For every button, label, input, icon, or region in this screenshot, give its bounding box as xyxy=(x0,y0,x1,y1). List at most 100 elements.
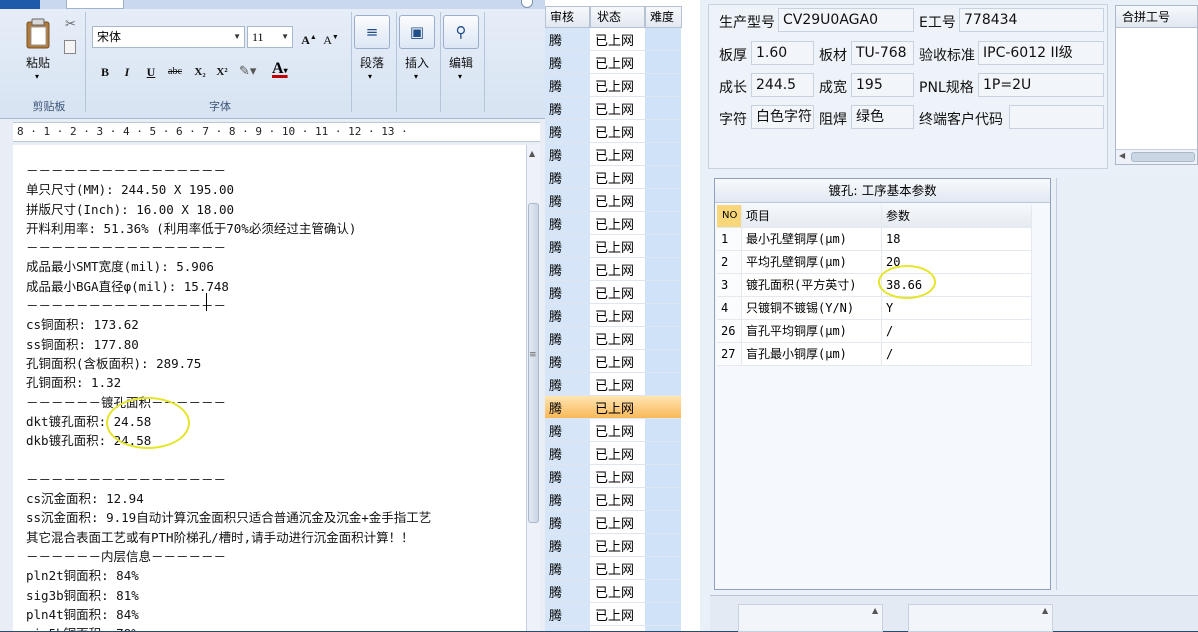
list-row[interactable]: 腾 已上网 xyxy=(545,603,681,626)
parameter-cell-val[interactable]: 18 xyxy=(882,228,1032,251)
parameter-cell-no[interactable]: 27 xyxy=(717,343,742,366)
thickness-field[interactable]: 1.60 xyxy=(751,41,814,65)
column-header-status[interactable]: 状态 xyxy=(590,6,645,28)
document-line[interactable]: －－－－－－内层信息－－－－－－ xyxy=(26,547,431,566)
list-row[interactable]: 腾 已上网 xyxy=(545,304,681,327)
parameter-cell-item[interactable]: 盲孔最小铜厚(μm) xyxy=(742,343,882,366)
document-line[interactable]: sig3b铜面积: 81% xyxy=(26,586,431,605)
underline-icon[interactable]: U xyxy=(141,62,161,82)
superscript-icon[interactable]: X² xyxy=(212,62,232,82)
document-line[interactable]: cs铜面积: 173.62 xyxy=(26,315,431,334)
list-row[interactable]: 腾 已上网 xyxy=(545,97,681,120)
list-row[interactable]: 腾 已上网 xyxy=(545,258,681,281)
document-line[interactable]: －－－－－－－－－－－－－－－－ xyxy=(26,470,431,489)
document-line[interactable]: sig5b铜面积: 79% xyxy=(26,624,431,631)
document-text[interactable]: －－－－－－－－－－－－－－－－ 单只尺寸(MM): 244.50 X 195.0… xyxy=(26,161,431,631)
cut-icon[interactable]: ✂ xyxy=(65,17,76,32)
parameter-cell-no[interactable]: 1 xyxy=(717,228,742,251)
parameter-column-header[interactable]: 参数 xyxy=(882,205,1032,228)
legend-field[interactable]: 白色字符 xyxy=(751,105,814,129)
list-row[interactable]: 腾 已上网 xyxy=(545,212,681,235)
italic-icon[interactable]: I xyxy=(117,62,137,82)
document-line[interactable]: 孔铜面积(含板面积): 289.75 xyxy=(26,354,431,373)
list-row[interactable]: 腾 已上网 xyxy=(545,511,681,534)
bottom-memo-1[interactable] xyxy=(738,604,883,632)
insert-button[interactable]: 插入 xyxy=(399,54,435,71)
document-line[interactable]: ss沉金面积: 9.19自动计算沉金面积只适合普通沉金及沉金+金手指工艺 xyxy=(26,508,431,527)
list-row[interactable]: 腾 已上网 xyxy=(545,350,681,373)
scroll-thumb[interactable] xyxy=(528,203,539,523)
customer-code-field[interactable] xyxy=(1009,105,1104,129)
font-size-select[interactable]: 11 ▼ xyxy=(247,26,293,48)
list-row[interactable]: 腾 已上网 xyxy=(545,166,681,189)
document-line[interactable] xyxy=(26,450,431,469)
material-field[interactable]: TU-768 xyxy=(851,41,914,65)
list-row[interactable]: 腾 已上网 xyxy=(545,281,681,304)
list-row[interactable]: 腾 已上网 xyxy=(545,580,681,603)
list-row[interactable]: 腾 已上网 xyxy=(545,74,681,97)
grow-font-icon[interactable]: A▲ xyxy=(299,27,319,47)
list-row[interactable]: 腾 已上网 xyxy=(545,488,681,511)
standard-field[interactable]: IPC-6012 II级 xyxy=(978,41,1104,65)
document-line[interactable]: dkb镀孔面积: 24.58 xyxy=(26,431,431,450)
list-row[interactable]: 腾 已上网 xyxy=(545,557,681,580)
list-row[interactable]: 腾 已上网 xyxy=(545,534,681,557)
document-line[interactable]: pln2t铜面积: 84% xyxy=(26,566,431,585)
document-line[interactable]: ss铜面积: 177.80 xyxy=(26,335,431,354)
paragraph-icon[interactable]: ≡ xyxy=(354,15,390,49)
document-line[interactable]: 拼版尺寸(Inch): 16.00 X 18.00 xyxy=(26,200,431,219)
paste-label[interactable]: 粘贴 xyxy=(23,54,53,71)
list-row[interactable]: 腾 已上网 xyxy=(545,51,681,74)
document-line[interactable]: 其它混合表面工艺或有PTH阶梯孔/槽时,请手动进行沉金面积计算！！ xyxy=(26,528,431,547)
pnl-field[interactable]: 1P=2U xyxy=(978,73,1104,97)
file-tab[interactable] xyxy=(0,0,40,9)
document-line[interactable]: 成品最小SMT宽度(mil): 5.906 xyxy=(26,257,431,276)
scroll-up-icon[interactable]: ▲ xyxy=(529,149,535,158)
chevron-down-icon[interactable]: ▾ xyxy=(458,72,462,81)
model-field[interactable]: CV29U0AGA0 xyxy=(778,8,914,32)
parameter-cell-val[interactable]: / xyxy=(882,343,1032,366)
font-name-select[interactable]: 宋体 ▼ xyxy=(92,26,245,48)
merge-job-list[interactable]: 合拼工号 ◀ xyxy=(1115,5,1198,165)
find-binoculars-icon[interactable]: ⚲ xyxy=(443,15,479,49)
edit-button[interactable]: 编辑 xyxy=(443,54,479,71)
scroll-up-icon[interactable]: ▲ xyxy=(872,606,878,615)
document-line[interactable]: 开料利用率: 51.36% (利用率低于70%必须经过主管确认) xyxy=(26,219,431,238)
document-line[interactable]: 单只尺寸(MM): 244.50 X 195.00 xyxy=(26,180,431,199)
strikethrough-icon[interactable]: abc xyxy=(165,62,185,82)
document-line[interactable]: 成品最小BGA直径φ(mil): 15.748 xyxy=(26,277,431,296)
length-field[interactable]: 244.5 xyxy=(751,73,814,97)
document-line[interactable]: －－－－－－镀孔面积－－－－－－ xyxy=(26,393,431,412)
soldermask-field[interactable]: 绿色 xyxy=(851,105,914,129)
column-header-review[interactable]: 审核 xyxy=(545,6,590,28)
scroll-up-icon[interactable]: ▲ xyxy=(1042,606,1048,615)
subscript-icon[interactable]: X₂ xyxy=(190,62,210,82)
list-row[interactable]: 腾 已上网 xyxy=(545,465,681,488)
horizontal-ruler[interactable]: 8 · 1 · 2 · 3 · 4 · 5 · 6 · 7 · 8 · 9 · … xyxy=(13,122,540,142)
parameter-cell-item[interactable]: 最小孔壁铜厚(μm) xyxy=(742,228,882,251)
list-row[interactable]: 腾 已上网 xyxy=(545,442,681,465)
list-row[interactable]: 腾 已上网 xyxy=(545,396,681,419)
tab-home[interactable] xyxy=(66,0,124,9)
shrink-font-icon[interactable]: A▼ xyxy=(321,27,341,47)
parameter-cell-item[interactable]: 只镀铜不镀锡(Y/N) xyxy=(742,297,882,320)
parameter-cell-no[interactable]: 3 xyxy=(717,274,742,297)
document-line[interactable]: －－－－－－－－－－－－－－－－ xyxy=(26,238,431,257)
scroll-left-icon[interactable]: ◀ xyxy=(1119,151,1125,160)
e-number-field[interactable]: 778434 xyxy=(959,8,1104,32)
list-row[interactable]: 腾 已上网 xyxy=(545,143,681,166)
column-header-difficulty[interactable]: 难度 xyxy=(645,6,682,28)
document-page[interactable]: －－－－－－－－－－－－－－－－ 单只尺寸(MM): 244.50 X 195.0… xyxy=(13,145,526,631)
list-row[interactable]: 腾 已上网 xyxy=(545,327,681,350)
merge-job-header[interactable]: 合拼工号 xyxy=(1116,6,1197,28)
parameter-column-header[interactable]: 项目 xyxy=(742,205,882,228)
bold-icon[interactable]: B xyxy=(95,62,115,82)
list-row[interactable]: 腾 已上网 xyxy=(545,419,681,442)
copy-icon[interactable] xyxy=(64,40,76,54)
parameter-cell-item[interactable]: 盲孔平均铜厚(μm) xyxy=(742,320,882,343)
chevron-down-icon[interactable]: ▾ xyxy=(414,72,418,81)
list-row[interactable]: 腾 已上网 xyxy=(545,373,681,396)
parameter-cell-item[interactable]: 镀孔面积(平方英寸) xyxy=(742,274,882,297)
document-line[interactable]: pln4t铜面积: 84% xyxy=(26,605,431,624)
parameter-column-header[interactable]: NO xyxy=(717,205,742,228)
